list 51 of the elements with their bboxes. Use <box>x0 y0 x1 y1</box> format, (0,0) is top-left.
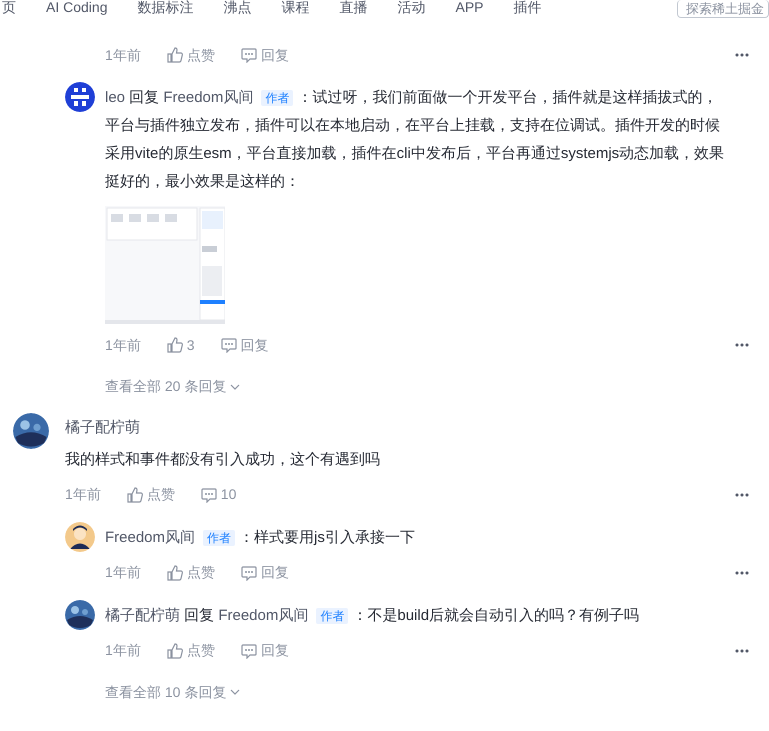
nav-link-item[interactable]: 插件 <box>514 0 542 14</box>
author-tag: 作者 <box>203 530 236 546</box>
avatar-icon[interactable] <box>65 522 95 552</box>
timestamp: 1年前 <box>105 46 141 64</box>
nav-link-item[interactable]: 直播 <box>339 0 368 14</box>
reply-text: Freedom风间 作者 ：样式要用js引入承接一下 <box>105 528 416 548</box>
avatar-icon[interactable] <box>65 600 95 630</box>
thumbs-up-icon <box>126 486 143 502</box>
timestamp: 1年前 <box>65 485 101 504</box>
chevron-down-icon <box>230 689 240 695</box>
more-icon[interactable] <box>735 53 749 57</box>
comment-icon <box>240 47 257 63</box>
author-tag: 作者 <box>316 608 348 624</box>
search-field[interactable]: 探索稀土掘金 <box>677 0 769 18</box>
username[interactable]: Freedom风间 <box>163 89 254 106</box>
author-tag: 作者 <box>261 90 294 106</box>
comment-text: 我的样式和事件都没有引入成功，这个有遇到吗 <box>65 450 381 470</box>
comment-icon <box>220 337 237 353</box>
username[interactable]: Freedom风间 <box>105 528 196 546</box>
comment-icon <box>200 486 217 502</box>
more-icon[interactable] <box>735 570 749 574</box>
username[interactable]: leo <box>105 89 126 106</box>
more-icon[interactable] <box>735 343 749 347</box>
thumbs-up-icon <box>166 642 183 658</box>
avatar-icon[interactable] <box>65 82 95 112</box>
reply-label: 回复 <box>128 89 160 106</box>
nav-link-item[interactable]: 页 <box>2 0 16 14</box>
reply-text: leo 回复 Freedom风间 作者 ：试过呀，我们前面做一个开发平台，插件就是这样插拔式的，平台与插件独立发布，插件可以在本地启动，在平台上挂载，支持在位调试。插件开发的时候采用vite的原生esm，平台直接加载，插件在cli中发布后，平台再通过systemjs动态加载，效果挺好的，最小效果是这样的： <box>105 88 726 192</box>
nav-link-item[interactable]: 数据标注 <box>137 0 194 14</box>
more-icon[interactable] <box>735 492 749 496</box>
nav-link-item[interactable]: 沸点 <box>223 0 252 14</box>
comment-icon <box>240 564 257 580</box>
nav-link-item[interactable]: 活动 <box>397 0 426 14</box>
comment-icon <box>240 642 257 658</box>
thumbs-up-icon <box>166 564 183 580</box>
nav-link-item[interactable]: APP <box>455 0 484 14</box>
thumbs-up-icon <box>166 47 183 63</box>
timestamp: 1年前 <box>105 641 141 660</box>
username[interactable]: Freedom风间 <box>218 606 308 624</box>
avatar-icon[interactable] <box>13 413 49 449</box>
nav-link-item[interactable]: AI Coding <box>46 0 108 14</box>
more-icon[interactable] <box>735 648 749 652</box>
username[interactable]: 橘子配柠萌 <box>65 417 755 440</box>
thumbs-up-icon <box>166 337 183 353</box>
timestamp: 1年前 <box>105 563 141 582</box>
username[interactable]: 橘子配柠萌 <box>105 606 180 624</box>
nav-link-item[interactable]: 课程 <box>281 0 310 14</box>
chevron-down-icon <box>230 384 240 390</box>
reply-label: 回复 <box>183 606 216 624</box>
timestamp: 1年前 <box>105 336 141 354</box>
reply-text: 橘子配柠萌 回复 Freedom风间 作者 ：不是build后就会自动引入的吗？有例子吗 <box>105 606 640 626</box>
